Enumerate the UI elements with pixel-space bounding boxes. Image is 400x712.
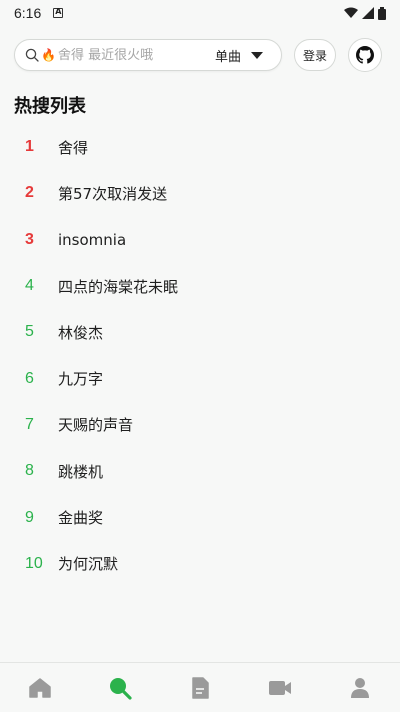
tab-documents[interactable] xyxy=(180,668,220,708)
status-bar: 6:16 xyxy=(0,0,400,26)
hot-list-item[interactable]: 3 insomnia xyxy=(0,217,400,263)
status-time: 6:16 xyxy=(14,5,42,21)
fire-icon: 🔥 xyxy=(41,48,56,62)
search-row: 🔥 单曲 登录 xyxy=(14,38,386,72)
hot-list-item[interactable]: 1 舍得 xyxy=(0,124,400,170)
github-icon xyxy=(356,46,374,64)
search-box[interactable]: 🔥 单曲 xyxy=(14,39,282,71)
rank-number: 8 xyxy=(25,462,34,480)
hot-word: 林俊杰 xyxy=(58,323,104,342)
rank-number: 2 xyxy=(25,184,34,202)
search-icon xyxy=(110,677,132,700)
search-type-select[interactable]: 单曲 xyxy=(215,46,271,65)
notification-icon xyxy=(53,7,64,18)
bottom-tab-bar xyxy=(0,662,400,712)
rank-number: 6 xyxy=(25,369,34,387)
wifi-icon xyxy=(344,7,358,18)
hot-list-item[interactable]: 10 为何沉默 xyxy=(0,541,400,587)
document-icon xyxy=(192,676,209,699)
tab-search[interactable] xyxy=(100,668,140,708)
hot-word: 四点的海棠花未眠 xyxy=(58,277,179,296)
tab-profile[interactable] xyxy=(340,668,380,708)
hot-word: 天赐的声音 xyxy=(58,416,134,435)
signal-icon xyxy=(362,7,374,19)
home-icon xyxy=(29,677,51,698)
hot-list-item[interactable]: 5 林俊杰 xyxy=(0,309,400,355)
rank-number: 4 xyxy=(25,277,34,295)
hot-word: 金曲奖 xyxy=(58,509,104,528)
hot-list-item[interactable]: 4 四点的海棠花未眠 xyxy=(0,263,400,309)
hot-word: 第57次取消发送 xyxy=(58,184,168,203)
tab-video[interactable] xyxy=(260,668,300,708)
hot-list-title: 热搜列表 xyxy=(14,96,86,117)
hot-word: 为何沉默 xyxy=(58,555,119,574)
rank-number: 3 xyxy=(25,230,34,248)
login-button[interactable]: 登录 xyxy=(294,39,336,71)
hot-list-item[interactable]: 8 跳楼机 xyxy=(0,448,400,494)
rank-number: 1 xyxy=(25,138,34,156)
hot-word: 跳楼机 xyxy=(58,462,104,481)
rank-number: 7 xyxy=(25,415,34,433)
hot-list: 1 舍得 2 第57次取消发送 3 insomnia 4 四点的海棠花未眠 5 林俊杰 6… xyxy=(0,124,400,587)
hot-word: 舍得 xyxy=(58,138,89,157)
search-type-label: 单曲 xyxy=(214,49,241,65)
hot-list-item[interactable]: 7 天赐的声音 xyxy=(0,402,400,448)
rank-number: 9 xyxy=(25,508,34,526)
rank-number: 5 xyxy=(25,323,34,341)
hot-list-item[interactable]: 9 金曲奖 xyxy=(0,494,400,540)
hot-word: 九万字 xyxy=(58,370,104,389)
hot-list-item[interactable]: 2 第57次取消发送 xyxy=(0,170,400,216)
battery-icon xyxy=(378,6,386,20)
chevron-down-icon xyxy=(251,51,263,59)
status-icons xyxy=(344,6,386,20)
tab-home[interactable] xyxy=(20,668,60,708)
hot-word: insomnia xyxy=(58,230,127,249)
rank-number: 10 xyxy=(25,554,43,572)
hot-list-item[interactable]: 6 九万字 xyxy=(0,355,400,401)
user-icon xyxy=(351,677,369,698)
video-icon xyxy=(269,680,291,695)
search-input[interactable] xyxy=(57,47,188,63)
github-button[interactable] xyxy=(348,38,382,72)
search-icon xyxy=(25,48,39,62)
